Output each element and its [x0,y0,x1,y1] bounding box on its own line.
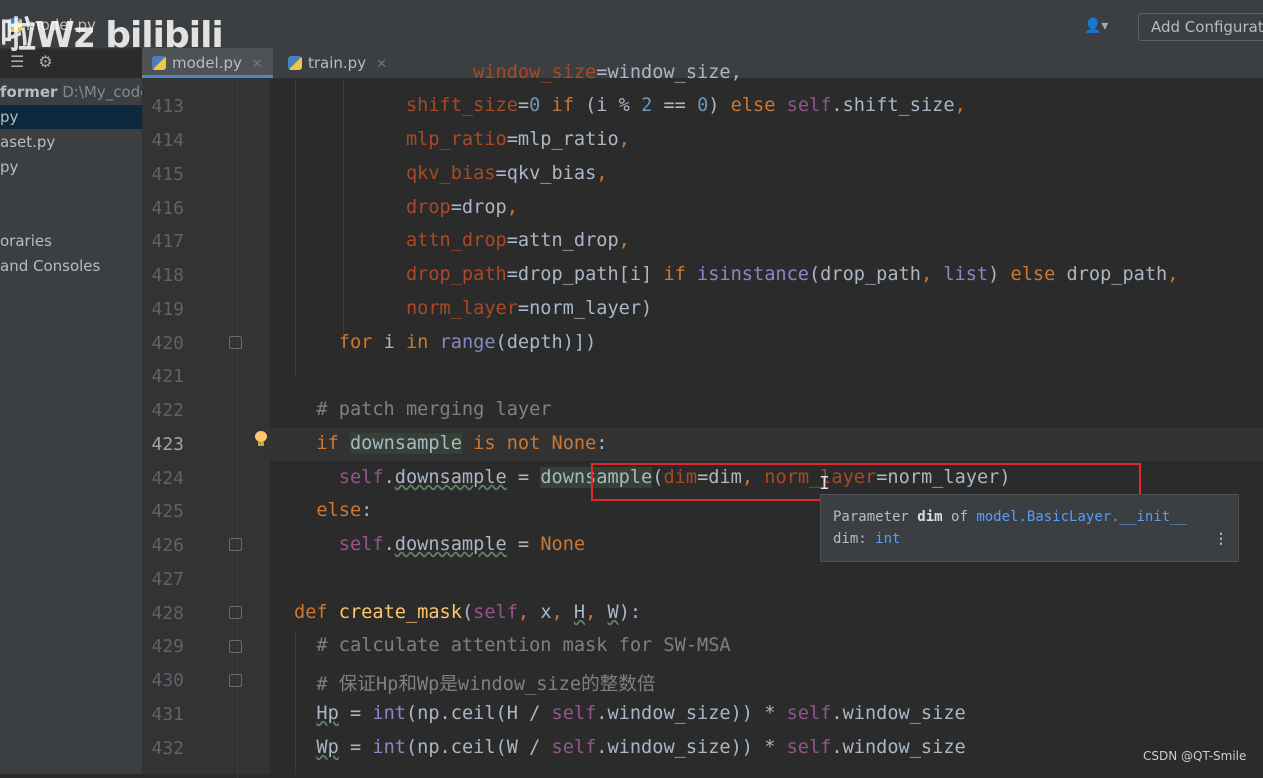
line-number: 417 [151,231,184,252]
line-number: 418 [151,265,184,286]
fold-marker-icon[interactable] [229,640,242,653]
line-number: 413 [151,96,184,117]
line-number: 431 [151,704,184,725]
line-number: 427 [151,569,184,590]
tab-model-py[interactable]: model.py ✕ [142,48,273,78]
close-icon[interactable]: ✕ [252,57,263,72]
tab-label: model.py [172,54,242,72]
line-number: 424 [151,468,184,489]
popup-param: dim [917,509,943,525]
popup-target-link[interactable]: model.BasicLayer.__init__ [976,509,1187,525]
fold-marker-icon[interactable] [229,606,242,619]
code-line: else: [316,500,373,521]
line-number: 414 [151,130,184,151]
project-item-scratches[interactable]: and Consoles [0,254,100,278]
popup-prefix: Parameter [833,509,909,525]
line-number-current: 423 [151,434,184,455]
code-line: # patch merging layer [316,399,552,420]
line-number: 421 [151,366,184,387]
line-number: 422 [151,400,184,421]
add-configuration-button[interactable]: Add Configurati [1138,13,1263,41]
python-file-icon [152,56,166,70]
project-toolbar: ☰ ⚙ [10,52,67,71]
fold-marker-icon[interactable] [229,674,242,687]
line-number: 426 [151,535,184,556]
line-number: 420 [151,333,184,354]
code-line: qkv_bias=qkv_bias, [405,163,608,184]
line-number: 432 [151,738,184,759]
settings-icon[interactable]: ⚙ [38,52,52,71]
lightbulb-icon[interactable] [254,431,268,447]
line-number: 415 [151,164,184,185]
popup-type-label: dim: [833,531,867,547]
project-root-name: former [0,83,58,101]
project-panel: former D:\My_code py aset.py py oraries … [0,78,143,774]
popup-type: dim: int [833,531,900,547]
popup-type-link[interactable]: int [875,531,900,547]
code-line: self.downsample = None [338,534,586,555]
collapse-icon[interactable]: ☰ [10,52,24,71]
code-line: for i in range(depth)]) [338,332,597,353]
fold-marker-icon[interactable] [229,336,242,349]
code-line: window_size=window_size, [473,62,742,83]
csdn-watermark: CSDN @QT-Smile [1143,749,1247,763]
indent-guide [237,78,238,778]
line-number: 428 [151,603,184,624]
code-line: shift_size=0 if (i % 2 == 0) else self.s… [405,95,966,116]
project-item[interactable]: py [0,155,18,179]
line-number: 416 [151,198,184,219]
code-line: mlp_ratio=mlp_ratio, [405,129,630,150]
user-icon[interactable]: 👤▾ [1084,18,1110,34]
text-cursor-icon: I [819,473,830,494]
code-line: # 保证Hp和Wp是window_size的整数倍 [316,674,656,695]
line-number: 419 [151,299,184,320]
code-line: attn_drop=attn_drop, [405,230,630,251]
project-root[interactable]: former D:\My_code [0,80,143,104]
code-line: def create_mask(self, x, H, W): [294,602,642,623]
more-options-icon[interactable]: ⋮ [1214,531,1228,547]
line-number: 430 [151,670,184,691]
code-line: drop_path=drop_path[i] if isinstance(dro… [405,264,1179,285]
code-line: # calculate attention mask for SW-MSA [316,635,731,656]
popup-title: Parameter dim of model.BasicLayer.__init… [833,509,1187,525]
project-root-path: D:\My_code [62,83,143,101]
line-number: 429 [151,636,184,657]
project-item[interactable]: py [0,105,142,129]
parameter-info-popup: Parameter dim of model.BasicLayer.__init… [820,494,1239,562]
title-bar: model.py 啦Wz bilibili 👤▾ Add Configurati [0,0,1263,56]
code-line: Hp = int(np.ceil(H / self.window_size)) … [316,703,966,724]
fold-marker-icon[interactable] [229,538,242,551]
popup-of: of [951,509,968,525]
code-line: Wp = int(np.ceil(W / self.window_size)) … [316,737,966,758]
code-line: norm_layer=norm_layer) [405,298,653,319]
project-item-libraries[interactable]: oraries [0,229,52,253]
line-number: 425 [151,501,184,522]
code-line: if downsample is not None: [316,433,608,454]
code-line: drop=drop, [405,197,518,218]
project-item[interactable]: aset.py [0,130,55,154]
